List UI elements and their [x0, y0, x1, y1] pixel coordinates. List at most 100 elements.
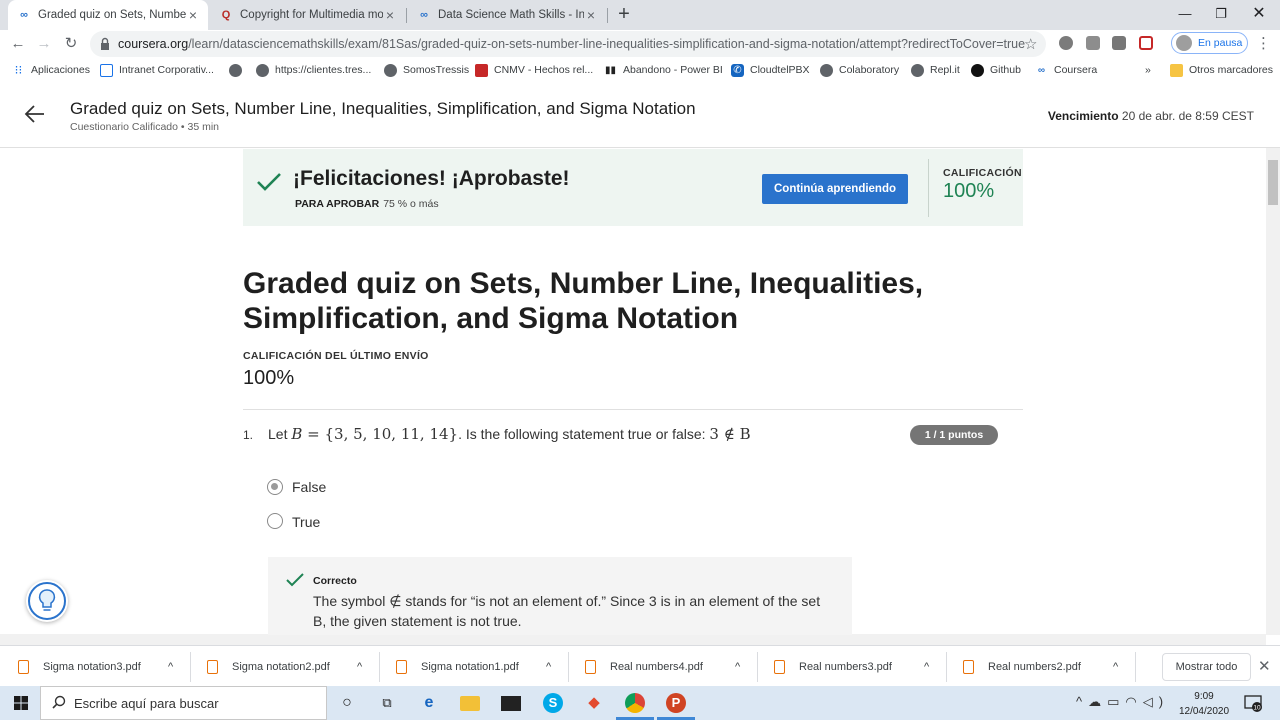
- vertical-scrollbar[interactable]: [1266, 148, 1280, 635]
- system-tray[interactable]: ^☁▭◠◁): [1076, 694, 1169, 710]
- search-icon: [52, 695, 66, 709]
- bookmark-label: SomosTressis: [403, 64, 470, 76]
- bookmark-cloudtel[interactable]: ✆ CloudtelPBX: [731, 62, 810, 78]
- file-explorer-icon[interactable]: [460, 696, 480, 711]
- radio-true[interactable]: [267, 513, 283, 529]
- new-tab-button[interactable]: +: [614, 3, 634, 27]
- option-label[interactable]: True: [292, 514, 320, 530]
- due-value: 20 de abr. de 8:59 CEST: [1121, 109, 1254, 123]
- download-item[interactable]: Real numbers4.pdf: [585, 656, 703, 678]
- download-item[interactable]: Real numbers3.pdf: [774, 656, 892, 678]
- forward-icon[interactable]: →: [34, 34, 54, 54]
- browser-tab-data-science[interactable]: ∞ Data Science Math Skills - Inicio | ×: [408, 0, 606, 30]
- chevron-up-icon[interactable]: ^: [1113, 656, 1118, 678]
- bookmark-somostressis[interactable]: SomosTressis: [384, 62, 469, 78]
- congrats-heading: ¡Felicitaciones! ¡Aprobaste!: [293, 167, 570, 190]
- show-all-downloads-button[interactable]: Mostrar todo: [1162, 653, 1251, 681]
- bookmark-coursera[interactable]: ∞ Coursera: [1035, 62, 1097, 78]
- folder-icon: [1170, 63, 1183, 77]
- notification-center-icon[interactable]: 10: [1244, 694, 1262, 712]
- globe-icon: [384, 63, 397, 77]
- download-filename: Real numbers3.pdf: [799, 661, 892, 673]
- bookmark-intranet[interactable]: Intranet Corporativ...: [100, 62, 214, 78]
- option-label[interactable]: False: [292, 479, 326, 495]
- bookmark-powerbi[interactable]: ▮▮ Abandono - Power BI: [604, 62, 723, 78]
- windows-start-icon[interactable]: [14, 696, 28, 710]
- browser-tab-copyright[interactable]: Q Copyright for Multimedia modul ×: [210, 0, 405, 30]
- divider: [243, 409, 1023, 410]
- close-tab-icon[interactable]: ×: [186, 7, 200, 23]
- git-icon[interactable]: ◆: [584, 693, 604, 713]
- powerpoint-icon[interactable]: P: [666, 693, 686, 713]
- page-title: Graded quiz on Sets, Number Line, Inequa…: [70, 99, 696, 118]
- radio-false[interactable]: [267, 479, 283, 495]
- taskbar-clock[interactable]: 9:09 12/04/2020: [1172, 689, 1236, 719]
- bookmark-globe[interactable]: [229, 62, 248, 78]
- horizontal-scrollbar[interactable]: [0, 634, 1266, 645]
- download-item[interactable]: Sigma notation3.pdf: [18, 656, 141, 678]
- terminal-icon[interactable]: [501, 696, 521, 711]
- bookmark-replit[interactable]: Repl.it: [911, 62, 960, 78]
- chrome-icon[interactable]: [625, 693, 645, 713]
- maximize-icon[interactable]: ❐: [1203, 0, 1239, 28]
- pass-value: 75 % o más: [383, 198, 439, 210]
- profile-button[interactable]: En pausa: [1171, 32, 1248, 54]
- clock-date: 12/04/2020: [1178, 706, 1230, 717]
- divider: [1135, 652, 1136, 682]
- close-downloads-icon[interactable]: ✕: [1258, 657, 1271, 675]
- minimize-icon[interactable]: —: [1167, 0, 1203, 28]
- tab-title: Data Science Math Skills - Inicio |: [438, 9, 584, 21]
- task-view-icon[interactable]: ⧉: [377, 693, 397, 713]
- download-filename: Sigma notation3.pdf: [43, 661, 141, 673]
- edge-icon[interactable]: e: [419, 693, 439, 713]
- bookmark-colab[interactable]: Colaboratory: [820, 62, 899, 78]
- close-tab-icon[interactable]: ×: [584, 7, 598, 23]
- extension-icon[interactable]: [1139, 36, 1153, 50]
- download-item[interactable]: Sigma notation1.pdf: [396, 656, 519, 678]
- reload-icon[interactable]: ↻: [61, 34, 81, 54]
- github-icon: [971, 63, 984, 77]
- divider: [568, 652, 569, 682]
- pass-threshold: PARA APROBAR 75 % o más: [295, 198, 439, 210]
- bookmark-label: Aplicaciones: [31, 64, 90, 76]
- bookmark-clientes[interactable]: https://clientes.tres...: [256, 62, 371, 78]
- pdf-icon: [585, 660, 596, 674]
- download-item[interactable]: Real numbers2.pdf: [963, 656, 1081, 678]
- math-variable: B: [291, 425, 303, 443]
- menu-kebab-icon[interactable]: ⋮: [1256, 34, 1271, 52]
- extension-icon[interactable]: [1112, 36, 1126, 50]
- bookmark-label: Otros marcadores: [1189, 64, 1274, 76]
- lock-icon: [101, 37, 109, 50]
- other-bookmarks[interactable]: Otros marcadores: [1170, 62, 1273, 78]
- scrollbar-thumb[interactable]: [1268, 160, 1278, 205]
- window-close-icon[interactable]: ✕: [1241, 0, 1277, 28]
- bookmark-label: Github: [990, 64, 1021, 76]
- bookmark-apps[interactable]: ⁝⁝ Aplicaciones: [12, 62, 90, 78]
- close-tab-icon[interactable]: ×: [383, 7, 397, 23]
- url-text[interactable]: coursera.org/learn/datasciencemathskills…: [118, 37, 1025, 51]
- chevron-up-icon[interactable]: ^: [924, 656, 929, 678]
- bookmarks-overflow-button[interactable]: »: [1145, 62, 1151, 78]
- bookmark-cnmv[interactable]: CNMV - Hechos rel...: [475, 62, 593, 78]
- bookmark-star-icon[interactable]: ☆: [1024, 35, 1037, 53]
- page-icon: [100, 63, 113, 77]
- back-arrow-icon[interactable]: [22, 101, 48, 127]
- cortana-icon[interactable]: ○: [337, 693, 357, 713]
- tab-title: Copyright for Multimedia modul: [240, 9, 383, 21]
- skype-icon[interactable]: S: [543, 693, 563, 713]
- download-item[interactable]: Sigma notation2.pdf: [207, 656, 330, 678]
- bookmark-github[interactable]: Github: [971, 62, 1021, 78]
- notification-count: 10: [1253, 705, 1261, 712]
- extension-icon[interactable]: [1059, 36, 1073, 50]
- continue-learning-button[interactable]: Continúa aprendiendo: [762, 174, 908, 204]
- chevron-up-icon[interactable]: ^: [735, 656, 740, 678]
- lightbulb-icon: [28, 582, 66, 620]
- chevron-up-icon[interactable]: ^: [546, 656, 551, 678]
- back-icon[interactable]: ←: [8, 34, 28, 54]
- extension-icon[interactable]: [1086, 36, 1100, 50]
- chevron-up-icon[interactable]: ^: [168, 656, 173, 678]
- hint-button[interactable]: [26, 580, 68, 622]
- browser-tab-quiz[interactable]: ∞ Graded quiz on Sets, Number Lin ×: [8, 0, 208, 30]
- bookmark-label: Coursera: [1054, 64, 1098, 76]
- chevron-up-icon[interactable]: ^: [357, 656, 362, 678]
